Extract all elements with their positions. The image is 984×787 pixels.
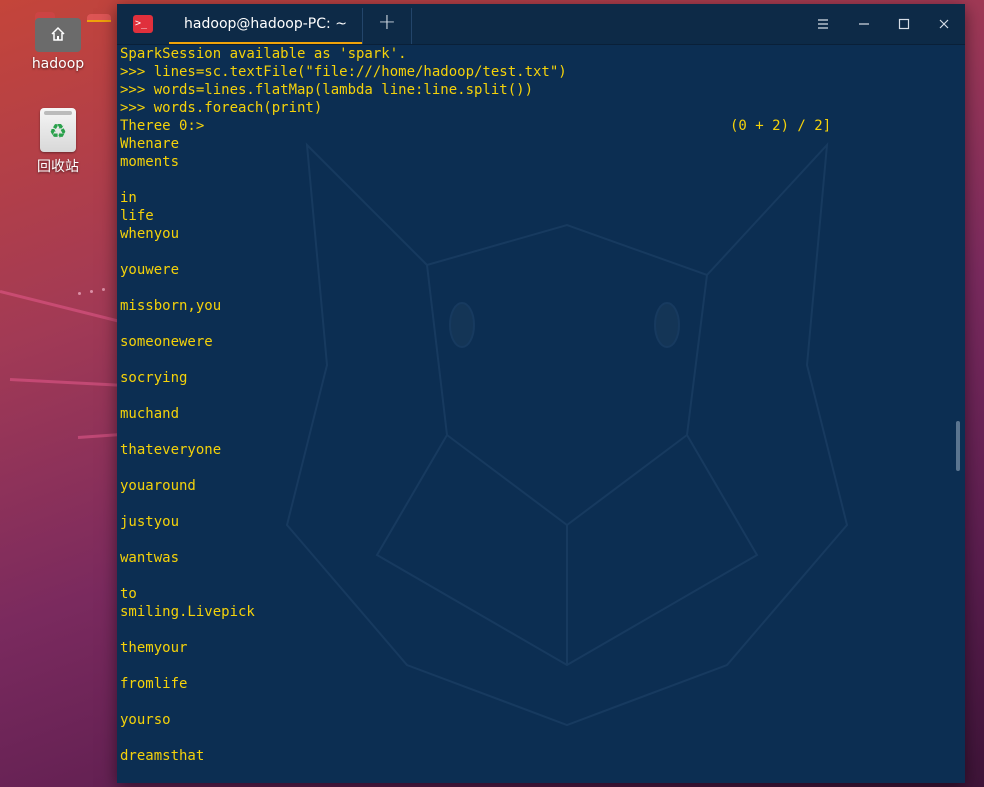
menu-button[interactable] xyxy=(812,13,834,35)
terminal-line: someonewere xyxy=(120,334,213,350)
trash-icon: ♻ xyxy=(40,108,76,152)
terminal-line: SparkSession available as 'spark'. xyxy=(120,46,407,62)
hamburger-menu-icon xyxy=(818,19,828,29)
new-tab-button[interactable]: + xyxy=(375,12,399,36)
terminal-titlebar[interactable]: >_ hadoop@hadoop-PC: ~ + xyxy=(117,4,965,45)
terminal-text: SparkSession available as 'spark'. >>> li… xyxy=(120,45,567,765)
terminal-line: Theree 0:> xyxy=(120,118,205,134)
terminal-line: whenyou xyxy=(120,226,180,242)
tab-terminal-session[interactable]: hadoop@hadoop-PC: ~ xyxy=(169,4,362,44)
maximize-button[interactable] xyxy=(893,13,915,35)
terminal-line: youwere xyxy=(120,262,180,278)
spark-stage-progress: (0 + 2) / 2] xyxy=(730,118,832,134)
terminal-line: Whenare xyxy=(120,136,180,152)
terminal-line: in xyxy=(120,190,137,206)
terminal-line: thateveryone xyxy=(120,442,222,458)
terminal-line: youaround xyxy=(120,478,196,494)
terminal-line: >>> words=lines.flatMap(lambda line:line… xyxy=(120,82,534,98)
terminal-line: muchand xyxy=(120,406,180,422)
terminal-line: socrying xyxy=(120,370,188,386)
desktop-icon-hadoop[interactable]: hadoop xyxy=(18,12,111,72)
close-button[interactable] xyxy=(933,13,955,35)
wallpaper-streak xyxy=(9,378,130,388)
maximize-icon xyxy=(898,18,910,30)
minimize-button[interactable] xyxy=(853,13,875,35)
terminal-line: missborn,you xyxy=(120,298,222,314)
terminal-line: justyou xyxy=(120,514,180,530)
tab-divider xyxy=(411,8,412,44)
terminal-line: >>> words.foreach(print) xyxy=(120,100,323,116)
desktop-icon-trash[interactable]: ♻ 回收站 xyxy=(18,108,98,176)
terminal-line: fromlife xyxy=(120,676,188,692)
terminal-line: themyour xyxy=(120,640,188,656)
terminal-line: dreamsthat xyxy=(120,748,205,764)
terminal-line: to xyxy=(120,586,137,602)
terminal-line: smiling.Livepick xyxy=(120,604,255,620)
home-folder-icon xyxy=(35,12,111,52)
terminal-line: life xyxy=(120,208,154,224)
close-icon xyxy=(939,19,949,29)
minimize-icon xyxy=(859,23,869,25)
terminal-line: wantwas xyxy=(120,550,180,566)
terminal-output-area[interactable]: SparkSession available as 'spark'. >>> li… xyxy=(117,45,965,783)
terminal-app-icon: >_ xyxy=(133,15,153,33)
wallpaper-dot xyxy=(78,292,81,295)
tab-divider xyxy=(362,8,363,44)
wallpaper-dot xyxy=(90,290,93,293)
desktop-icon-label: 回收站 xyxy=(37,159,79,175)
terminal-line: >>> lines=sc.textFile("file:///home/hado… xyxy=(120,64,567,80)
terminal-line: yourso xyxy=(120,712,171,728)
terminal-scrollbar[interactable] xyxy=(956,421,960,471)
terminal-line: moments xyxy=(120,154,180,170)
desktop-icon-label: hadoop xyxy=(31,56,85,72)
wallpaper-streak xyxy=(0,290,137,327)
terminal-window[interactable]: >_ hadoop@hadoop-PC: ~ + SparkSession av… xyxy=(117,4,965,783)
wallpaper-dot xyxy=(102,288,105,291)
